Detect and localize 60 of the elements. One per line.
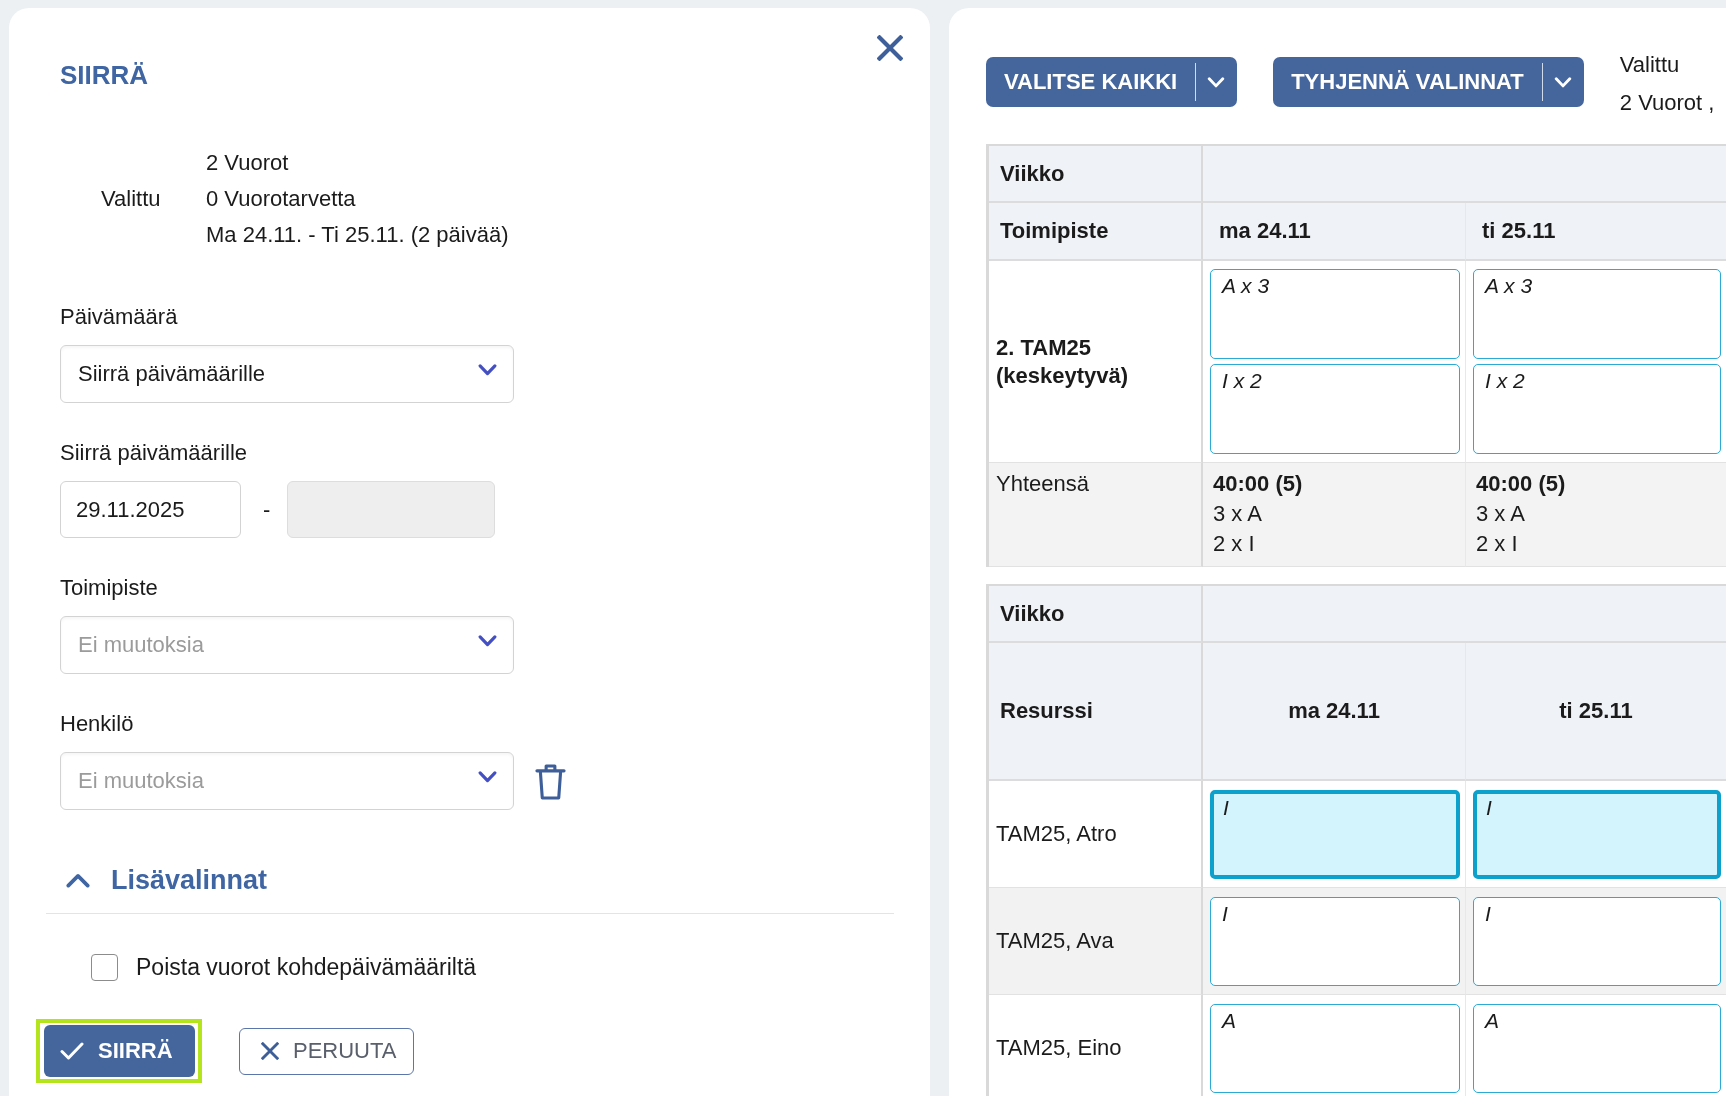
total-hours: 40:00 (5) (1476, 470, 1566, 498)
column-header: ma 24.11 (1203, 203, 1466, 261)
row-header: Yhteensä (989, 463, 1203, 567)
field-label: Henkilö (60, 710, 134, 738)
field-label: Päivämäärä (60, 303, 178, 331)
shift-card[interactable]: I (1210, 790, 1460, 879)
total-count: 2 x I (1213, 530, 1255, 558)
chevron-down-icon (478, 364, 497, 376)
shift-card[interactable]: A (1473, 1004, 1721, 1093)
action-button[interactable]: VALITSE KAIKKI (986, 57, 1196, 107)
chevron-down-icon (1207, 76, 1226, 88)
chevron-down-icon (478, 771, 497, 783)
total-count: 3 x A (1213, 500, 1262, 528)
summary-text: 2 Vuorot (206, 149, 289, 177)
column-header: ti 25.11 (1466, 203, 1726, 261)
dropdown-toggle[interactable] (1195, 57, 1238, 107)
row-header: TAM25, Ava (989, 888, 1203, 995)
week-header: Viikko (989, 146, 1203, 203)
trash-icon[interactable] (535, 762, 566, 800)
shift-card[interactable]: I (1210, 897, 1460, 986)
shift-card[interactable]: I (1473, 790, 1721, 879)
chevron-down-icon (478, 635, 497, 647)
range-separator: - (263, 496, 271, 523)
dialog-title: SIIRRÄ (60, 59, 149, 91)
action-button[interactable]: TYHJENNÄ VALINNAT (1273, 57, 1542, 107)
summary-label: Valittu (101, 186, 162, 212)
selection-label: Valittu (1619, 51, 1681, 79)
field-label: Toimipiste (60, 574, 158, 602)
total-count: 3 x A (1476, 500, 1525, 528)
row-header: 2. TAM25 (keskeytyvä) (989, 261, 1203, 463)
shift-card[interactable]: A x 3 (1210, 269, 1460, 359)
column-header: ma 24.11 (1203, 643, 1466, 781)
week-header: Viikko (989, 586, 1203, 643)
total-count: 2 x I (1476, 530, 1518, 558)
checkbox[interactable] (91, 953, 118, 981)
chevron-down-icon (1553, 76, 1572, 88)
x-icon (261, 1042, 279, 1060)
selection-summary: 2 Vuorot , (1619, 89, 1715, 117)
summary-text: 0 Vuorotarvetta (206, 185, 356, 213)
dropdown[interactable]: Siirrä päivämäärille (60, 345, 514, 403)
checkbox-label: Poista vuorot kohdepäivämääriltä (136, 953, 477, 982)
shift-card[interactable]: I x 2 (1210, 364, 1460, 454)
checkmark-icon (60, 1042, 84, 1060)
dropdown-toggle[interactable] (1541, 57, 1584, 107)
shift-card[interactable]: A (1210, 1004, 1460, 1093)
total-hours: 40:00 (5) (1213, 470, 1303, 498)
field-label: Siirrä päivämäärille (60, 439, 248, 467)
section-toggle[interactable]: Lisävalinnat (66, 860, 268, 900)
confirm-button[interactable]: SIIRRÄ (44, 1025, 195, 1077)
row-header: TAM25, Atro (989, 781, 1203, 888)
column-header: ti 25.11 (1466, 643, 1726, 781)
shift-card[interactable]: I x 2 (1473, 364, 1721, 454)
summary-text: Ma 24.11. - Ti 25.11. (2 päivää) (206, 221, 509, 249)
cancel-button[interactable]: PERUUTA (239, 1027, 414, 1075)
date-input[interactable]: 29.11.2025 (60, 481, 241, 538)
close-icon[interactable] (877, 35, 903, 61)
shift-card[interactable]: A x 3 (1473, 269, 1721, 359)
column-header: Resurssi (989, 643, 1203, 781)
column-header: Toimipiste (989, 203, 1203, 261)
shift-card[interactable]: I (1473, 897, 1721, 986)
